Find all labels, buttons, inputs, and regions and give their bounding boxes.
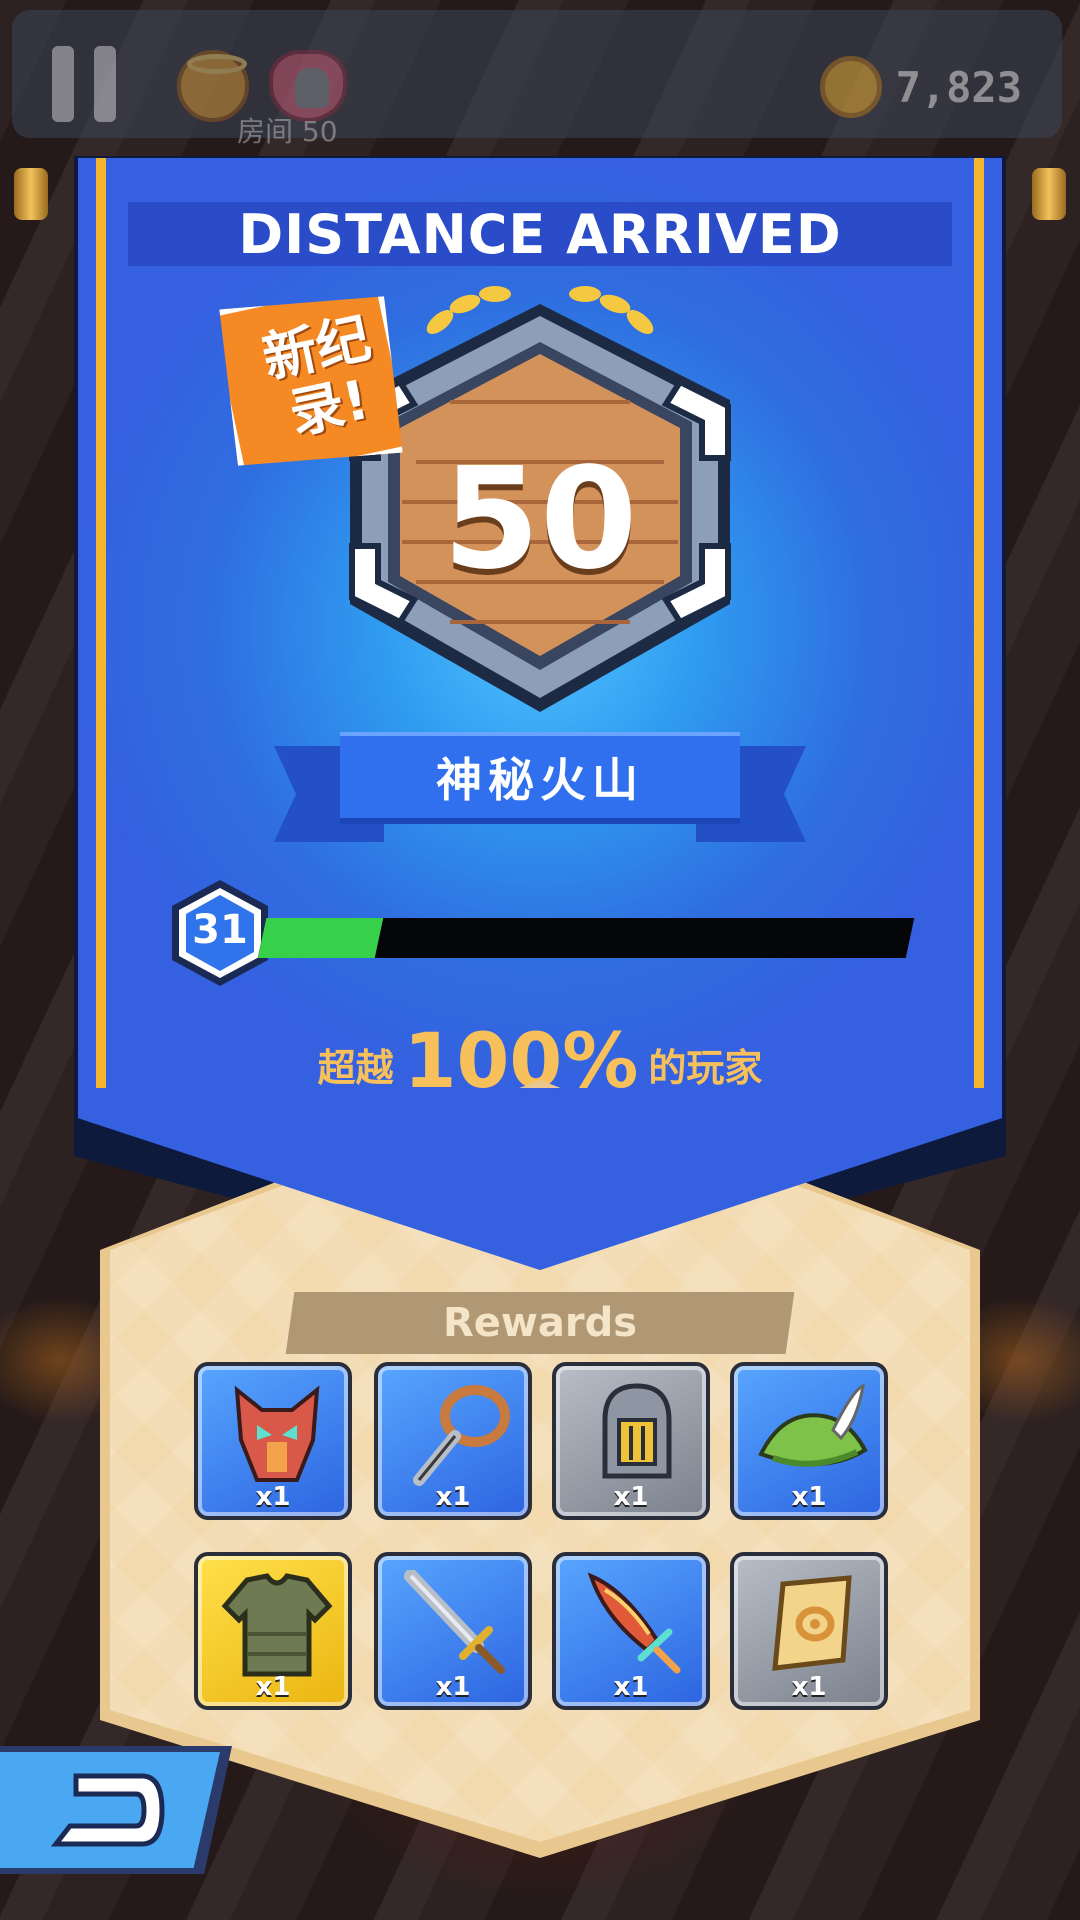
reward-slot[interactable]: x1 <box>374 1362 532 1520</box>
reward-slot[interactable]: x1 <box>730 1552 888 1710</box>
banner-rod-right <box>1032 168 1066 220</box>
reward-qty: x1 <box>613 1482 649 1512</box>
level-progress-fill <box>257 918 383 958</box>
reward-qty: x1 <box>255 1482 291 1512</box>
coin-counter: 7,823 <box>819 56 1022 118</box>
title-bar: DISTANCE ARRIVED <box>128 202 952 266</box>
rewards-header: Rewards <box>285 1292 795 1354</box>
page-title: DISTANCE ARRIVED <box>238 202 842 266</box>
reward-qty: x1 <box>255 1672 291 1702</box>
pause-button[interactable] <box>52 46 116 122</box>
reward-slot[interactable]: x1 <box>374 1552 532 1710</box>
reward-qty: x1 <box>613 1672 649 1702</box>
distance-value: 50 <box>442 438 638 601</box>
back-arrow-icon[interactable] <box>46 1764 166 1856</box>
rank-suffix: 的玩家 <box>648 1046 763 1090</box>
party-label: 房间 50 <box>237 115 338 148</box>
reward-qty: x1 <box>791 1482 827 1512</box>
reward-slot[interactable]: x1 <box>730 1362 888 1520</box>
banner-rod-left <box>14 168 48 220</box>
reward-qty: x1 <box>791 1672 827 1702</box>
reward-slot[interactable]: x1 <box>552 1552 710 1710</box>
rank-prefix: 超越 <box>317 1046 394 1090</box>
zone-ribbon: 神秘火山 <box>340 732 740 824</box>
reward-slot[interactable]: x1 <box>194 1362 352 1520</box>
banner-stripe-left <box>96 158 106 1118</box>
coin-value: 7,823 <box>895 62 1022 112</box>
zone-name: 神秘火山 <box>436 753 644 807</box>
banner-stripe-right <box>974 158 984 1118</box>
rewards-title: Rewards <box>442 1300 638 1346</box>
reward-qty: x1 <box>435 1672 471 1702</box>
coin-icon <box>819 56 882 118</box>
reward-slot[interactable]: x1 <box>194 1552 352 1710</box>
level-progress-bar <box>257 918 915 958</box>
reward-qty: x1 <box>435 1482 471 1512</box>
reward-slot[interactable]: x1 <box>552 1362 710 1520</box>
player-level: 31 <box>192 907 248 953</box>
top-hud: 房间 50 7,823 <box>12 10 1062 148</box>
